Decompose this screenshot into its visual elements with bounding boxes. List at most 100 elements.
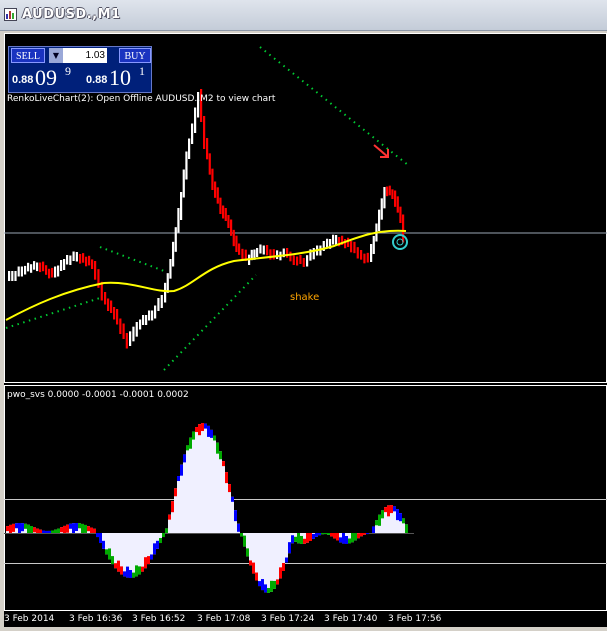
histogram-tip bbox=[255, 572, 258, 581]
histogram-tip bbox=[111, 556, 114, 565]
candle-bar bbox=[27, 262, 30, 272]
shake-annotation: shake bbox=[290, 292, 320, 303]
lot-size-input[interactable]: 1.03 bbox=[63, 48, 107, 63]
histogram-tip bbox=[36, 528, 39, 533]
chart-canvas[interactable] bbox=[4, 33, 607, 627]
histogram-tip bbox=[363, 533, 366, 535]
candle-bar bbox=[180, 192, 183, 220]
candle-bar bbox=[110, 300, 113, 313]
histogram-tip bbox=[249, 560, 252, 566]
histogram-tip bbox=[336, 533, 339, 541]
candle-bar bbox=[272, 249, 275, 260]
candle-bar bbox=[119, 318, 122, 334]
histogram-tip bbox=[54, 529, 57, 533]
histogram-bar bbox=[141, 533, 144, 572]
histogram-tip bbox=[42, 530, 45, 533]
histogram-tip bbox=[192, 431, 195, 440]
histogram-tip bbox=[96, 533, 99, 538]
window-titlebar[interactable]: AUDUSD.,M1 bbox=[0, 0, 607, 31]
candle-bar bbox=[208, 153, 211, 175]
candle-bar bbox=[306, 255, 309, 267]
histogram-tip bbox=[57, 528, 60, 533]
candle-bar bbox=[139, 319, 142, 330]
time-label: 3 Feb 17:40 bbox=[324, 614, 378, 624]
histogram-tip bbox=[291, 535, 294, 544]
histogram-bar bbox=[276, 533, 279, 585]
histogram-tip bbox=[198, 424, 201, 436]
histogram-tip bbox=[21, 523, 24, 532]
histogram-tip bbox=[390, 505, 393, 514]
candle-bar bbox=[174, 227, 177, 252]
histogram-tip bbox=[399, 513, 402, 522]
candle-bar bbox=[113, 307, 116, 320]
target-circle-icon bbox=[392, 234, 408, 250]
bid-price[interactable]: 0.88 09 9 bbox=[9, 64, 79, 91]
histogram-bar bbox=[189, 437, 192, 533]
histogram-tip bbox=[312, 533, 315, 539]
histogram-tip bbox=[141, 566, 144, 572]
histogram-tip bbox=[228, 484, 231, 493]
histogram-tip bbox=[201, 423, 204, 432]
candle-bar bbox=[75, 252, 78, 262]
candle-bar bbox=[241, 248, 244, 261]
candle-bar bbox=[391, 189, 394, 199]
histogram-tip bbox=[60, 527, 63, 533]
histogram-tip bbox=[405, 524, 408, 533]
histogram-bar bbox=[132, 533, 135, 578]
histogram-tip bbox=[219, 451, 222, 460]
candle-bar bbox=[36, 262, 39, 272]
ask-price[interactable]: 0.88 10 1 bbox=[83, 64, 151, 91]
histogram-bar bbox=[114, 533, 117, 569]
histogram-tip bbox=[378, 514, 381, 526]
histogram-tip bbox=[375, 520, 378, 526]
time-label: 3 Feb 16:52 bbox=[132, 614, 186, 624]
histogram-tip bbox=[258, 581, 261, 587]
histogram-tip bbox=[297, 533, 300, 544]
candle-bar bbox=[164, 282, 167, 303]
histogram-tip bbox=[345, 535, 348, 544]
buy-button[interactable]: BUY bbox=[119, 48, 151, 63]
histogram-tip bbox=[45, 530, 48, 533]
histogram-tip bbox=[366, 533, 369, 535]
histogram-tip bbox=[33, 527, 36, 533]
candle-bar bbox=[151, 310, 154, 321]
histogram-tip bbox=[9, 524, 12, 533]
histogram-tip bbox=[339, 537, 342, 543]
candle-bar bbox=[383, 187, 386, 209]
candle-bar bbox=[182, 169, 185, 198]
candle-bar bbox=[188, 138, 191, 159]
histogram-tip bbox=[18, 523, 21, 533]
histogram-bar bbox=[192, 431, 195, 533]
histogram-tip bbox=[186, 445, 189, 451]
candle-bar bbox=[48, 268, 51, 279]
histogram-tip bbox=[231, 496, 234, 502]
candle-bar bbox=[63, 259, 66, 270]
candle-bar bbox=[132, 326, 135, 342]
time-label: 3 Feb 17:08 bbox=[197, 614, 251, 624]
histogram-tip bbox=[24, 523, 27, 529]
candle-bar bbox=[266, 245, 269, 256]
histogram-tip bbox=[156, 540, 159, 549]
histogram-tip bbox=[327, 533, 330, 535]
bid-price-pip: 9 bbox=[65, 64, 71, 78]
histogram-tip bbox=[147, 556, 150, 565]
chevron-down-icon[interactable]: ▼ bbox=[49, 48, 63, 63]
histogram-tip bbox=[276, 579, 279, 585]
histogram-bar bbox=[177, 476, 180, 533]
sell-arrow-icon bbox=[373, 144, 389, 158]
histogram-tip bbox=[348, 538, 351, 544]
histogram-tip bbox=[303, 538, 306, 544]
histogram-bar bbox=[213, 435, 216, 533]
chart-area[interactable]: SELL ▼ 1.03 BUY 0.88 09 9 0.88 10 1 Renk… bbox=[4, 33, 607, 627]
candle-bar bbox=[224, 208, 227, 221]
candle-bar bbox=[39, 262, 42, 273]
candle-bar bbox=[388, 185, 391, 196]
candle-bar bbox=[370, 244, 373, 262]
candle-bar bbox=[33, 261, 36, 270]
histogram-tip bbox=[93, 528, 96, 533]
histogram-tip bbox=[27, 524, 30, 533]
histogram-bar bbox=[195, 427, 198, 533]
histogram-tip bbox=[129, 570, 132, 578]
sell-button[interactable]: SELL bbox=[11, 48, 45, 63]
candle-bar bbox=[145, 315, 148, 325]
